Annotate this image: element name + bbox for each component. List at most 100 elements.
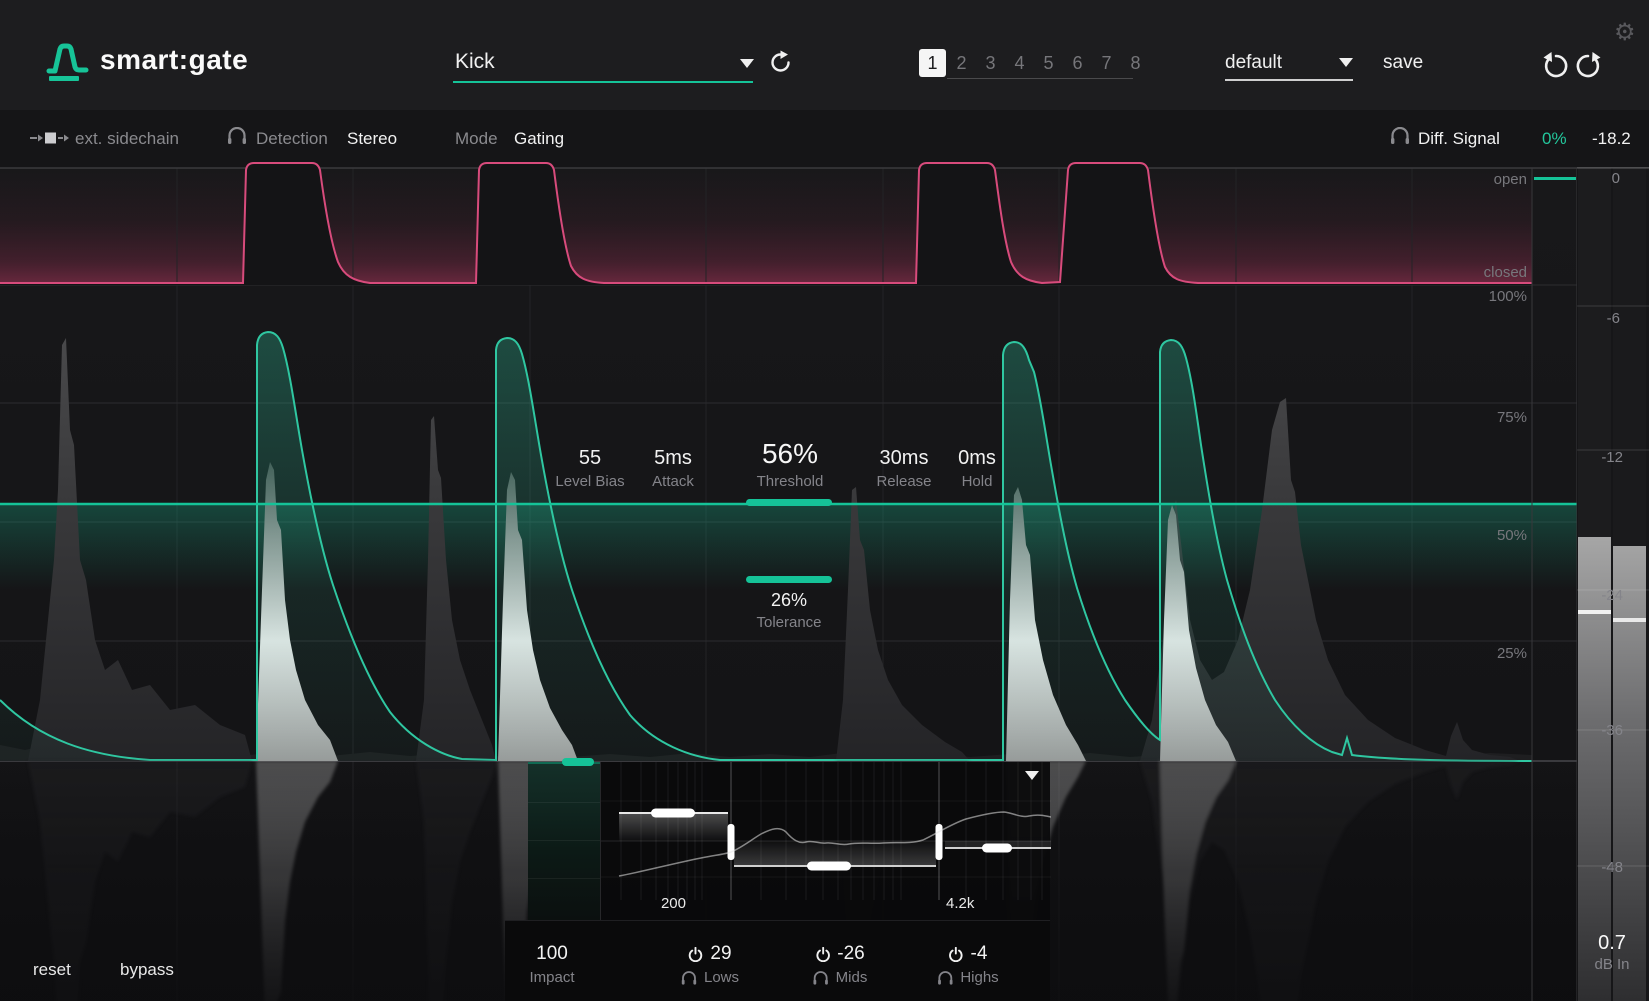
sonible-logo-icon xyxy=(46,42,90,84)
diff-signal-label: Diff. Signal xyxy=(1418,129,1500,149)
gate-open-label: open xyxy=(1457,171,1527,188)
preset-slot-dropdown[interactable]: default xyxy=(1225,50,1355,82)
highs-power-icon[interactable] xyxy=(949,947,964,962)
level-bias-label: Level Bias xyxy=(555,473,624,490)
input-level-readout: -18.2 xyxy=(1592,129,1631,149)
page-button-5[interactable]: 5 xyxy=(1035,53,1062,74)
lows-gain-value[interactable]: 29 xyxy=(710,943,731,965)
bypass-button[interactable]: bypass xyxy=(120,960,174,980)
ext-sidechain-toggle[interactable]: ext. sidechain xyxy=(75,129,179,149)
level-100-label: 100% xyxy=(1457,288,1527,305)
gate-closed-label: closed xyxy=(1457,264,1527,281)
preset-dropdown[interactable]: Kick xyxy=(453,48,755,84)
page-button-3[interactable]: 3 xyxy=(977,53,1004,74)
mids-label: Mids xyxy=(836,969,868,986)
detection-label: Detection xyxy=(256,129,328,149)
impact-label: Impact xyxy=(529,969,574,986)
meter-tick-12: -12 xyxy=(1583,449,1623,466)
crossover-mid-high-handle[interactable] xyxy=(936,824,943,860)
eq-collapse-chevron-icon[interactable] xyxy=(1025,771,1039,780)
attack-control[interactable]: 5ms Attack xyxy=(652,447,694,490)
impact-slider-handle[interactable] xyxy=(562,758,594,766)
page-button-7[interactable]: 7 xyxy=(1093,53,1120,74)
page-button-4[interactable]: 4 xyxy=(1006,53,1033,74)
smart-gate-plugin-window: smart:gate Kick 1 2 3 4 5 6 7 8 default … xyxy=(0,0,1649,1001)
level-bias-value: 55 xyxy=(555,447,624,470)
diff-signal-value[interactable]: 0% xyxy=(1542,129,1567,149)
page-button-8[interactable]: 8 xyxy=(1122,53,1149,74)
refresh-preset-icon[interactable] xyxy=(768,50,793,75)
impact-control[interactable]: 100 Impact xyxy=(529,943,574,986)
meter-tick-24: -24 xyxy=(1583,587,1623,604)
meter-tick-36: -36 xyxy=(1583,722,1623,739)
lows-band-control: 29 Lows xyxy=(681,943,739,986)
mids-power-icon[interactable] xyxy=(815,947,830,962)
input-level-meter xyxy=(1577,168,1649,1001)
mids-gain-value[interactable]: -26 xyxy=(837,943,864,965)
meter-unit: dB In xyxy=(1582,956,1642,973)
reset-button[interactable]: reset xyxy=(33,960,71,980)
meter-tick-6: -6 xyxy=(1580,310,1620,327)
app-title: smart:gate xyxy=(100,44,248,76)
preset-slot-value: default xyxy=(1225,52,1282,74)
tolerance-control[interactable]: 26% Tolerance xyxy=(756,590,821,631)
hold-control[interactable]: 0ms Hold xyxy=(958,447,996,490)
meter-tick-0: 0 xyxy=(1580,170,1620,187)
threshold-label: Threshold xyxy=(757,473,824,490)
save-button[interactable]: save xyxy=(1383,52,1423,74)
redo-icon[interactable] xyxy=(1573,52,1603,80)
lows-gain-handle[interactable] xyxy=(651,809,695,818)
crossover-low-mid-handle[interactable] xyxy=(728,824,735,860)
highs-label: Highs xyxy=(960,969,998,986)
lows-label: Lows xyxy=(704,969,739,986)
tolerance-label: Tolerance xyxy=(756,614,821,631)
mids-gain-handle[interactable] xyxy=(807,862,851,871)
tolerance-value: 26% xyxy=(756,590,821,611)
threshold-value: 56% xyxy=(757,438,824,470)
level-75-label: 75% xyxy=(1457,409,1527,426)
highs-gain-handle[interactable] xyxy=(982,844,1012,853)
release-label: Release xyxy=(876,473,931,490)
hold-value: 0ms xyxy=(958,447,996,470)
mode-value[interactable]: Gating xyxy=(514,129,564,149)
mids-band-control: -26 Mids xyxy=(813,943,868,986)
crossover-low-freq-value[interactable]: 200 xyxy=(646,895,686,912)
tolerance-handle[interactable] xyxy=(746,576,832,583)
preset-page-selector: 1 2 3 4 5 6 7 8 xyxy=(919,49,1149,77)
highs-gain-value[interactable]: -4 xyxy=(971,943,988,965)
threshold-handle[interactable] xyxy=(746,499,832,506)
impact-value: 100 xyxy=(536,943,568,965)
release-value: 30ms xyxy=(876,447,931,470)
mids-headphones-icon[interactable] xyxy=(813,971,829,985)
attack-value: 5ms xyxy=(652,447,694,470)
crossover-high-freq-value[interactable]: 4.2k xyxy=(946,895,974,912)
mode-label: Mode xyxy=(455,129,498,149)
chevron-down-icon xyxy=(1339,58,1353,67)
impact-slider-panel[interactable] xyxy=(528,762,600,920)
level-50-label: 50% xyxy=(1457,527,1527,544)
highs-headphones-icon[interactable] xyxy=(937,971,953,985)
undo-icon[interactable] xyxy=(1541,52,1571,80)
level-25-label: 25% xyxy=(1457,645,1527,662)
chevron-down-icon xyxy=(740,59,754,68)
meter-tick-48: -48 xyxy=(1583,859,1623,876)
diff-signal-headphones-icon[interactable] xyxy=(1390,127,1410,145)
ext-sidechain-icon xyxy=(30,130,70,146)
page-button-6[interactable]: 6 xyxy=(1064,53,1091,74)
threshold-control[interactable]: 56% Threshold xyxy=(757,438,824,490)
lows-power-icon[interactable] xyxy=(688,947,703,962)
highs-band-control: -4 Highs xyxy=(937,943,998,986)
gear-icon[interactable]: ⚙ xyxy=(1614,18,1636,47)
hold-label: Hold xyxy=(958,473,996,490)
page-button-2[interactable]: 2 xyxy=(948,53,975,74)
page-button-1[interactable]: 1 xyxy=(919,49,946,77)
preset-name: Kick xyxy=(455,50,495,74)
detection-value[interactable]: Stereo xyxy=(347,129,397,149)
level-bias-control[interactable]: 55 Level Bias xyxy=(555,447,624,490)
headphones-icon[interactable] xyxy=(227,127,247,145)
release-control[interactable]: 30ms Release xyxy=(876,447,931,490)
meter-value: 0.7 xyxy=(1582,932,1642,955)
attack-label: Attack xyxy=(652,473,694,490)
lows-headphones-icon[interactable] xyxy=(681,971,697,985)
gate-state-marker xyxy=(1534,177,1576,180)
